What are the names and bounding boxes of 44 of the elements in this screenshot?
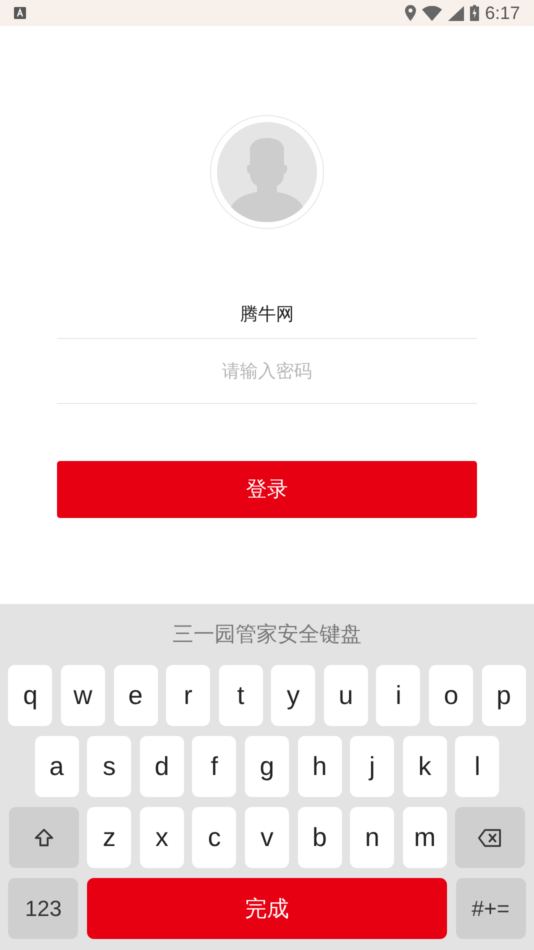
wifi-icon (422, 6, 442, 20)
backspace-key[interactable] (455, 807, 526, 868)
letter-key[interactable]: y (271, 665, 316, 726)
letter-key[interactable]: g (245, 736, 289, 797)
letter-key[interactable]: u (324, 665, 368, 726)
letter-key[interactable]: k (402, 736, 447, 797)
username-field[interactable]: 腾牛网 (57, 291, 477, 339)
letter-key[interactable]: w (60, 665, 105, 726)
letter-key[interactable]: d (140, 736, 184, 797)
letter-key[interactable]: e (114, 665, 158, 726)
letter-key[interactable]: v (245, 807, 289, 868)
letter-key[interactable]: m (402, 807, 447, 868)
letter-key[interactable]: f (192, 736, 236, 797)
person-silhouette-icon (217, 122, 317, 222)
letter-key[interactable]: n (350, 807, 394, 868)
letter-key[interactable]: q (8, 665, 52, 726)
location-icon (404, 5, 416, 21)
keyboard-app-icon (14, 7, 26, 19)
letter-key[interactable]: i (376, 665, 420, 726)
letter-key[interactable]: a (34, 736, 79, 797)
battery-charging-icon (470, 5, 479, 21)
letter-key[interactable]: s (87, 736, 132, 797)
mode-key[interactable]: 123 (8, 878, 78, 939)
clock-time: 6:17 (484, 2, 520, 24)
letter-key[interactable]: t (218, 665, 263, 726)
letter-key[interactable]: h (298, 736, 342, 797)
letter-key[interactable]: l (455, 736, 500, 797)
letter-key[interactable]: c (192, 807, 236, 868)
shift-key[interactable] (8, 807, 79, 868)
letter-key[interactable]: p (482, 665, 526, 726)
letter-key[interactable]: r (166, 665, 210, 726)
done-key[interactable]: 完成 (87, 878, 447, 939)
signal-icon (448, 6, 464, 20)
shift-arrow-icon (32, 826, 55, 848)
backspace-icon (478, 828, 502, 846)
login-button[interactable]: 登录 (57, 461, 477, 518)
mode-key[interactable]: #+= (456, 878, 526, 939)
letter-key[interactable]: o (429, 665, 474, 726)
letter-key[interactable]: b (298, 807, 342, 868)
letter-key[interactable]: z (87, 807, 132, 868)
password-field[interactable]: 请输入密码 (57, 339, 477, 404)
letter-key[interactable]: j (350, 736, 394, 797)
letter-key[interactable]: x (140, 807, 184, 868)
keyboard-title: 三一园管家安全键盘 (172, 622, 362, 648)
